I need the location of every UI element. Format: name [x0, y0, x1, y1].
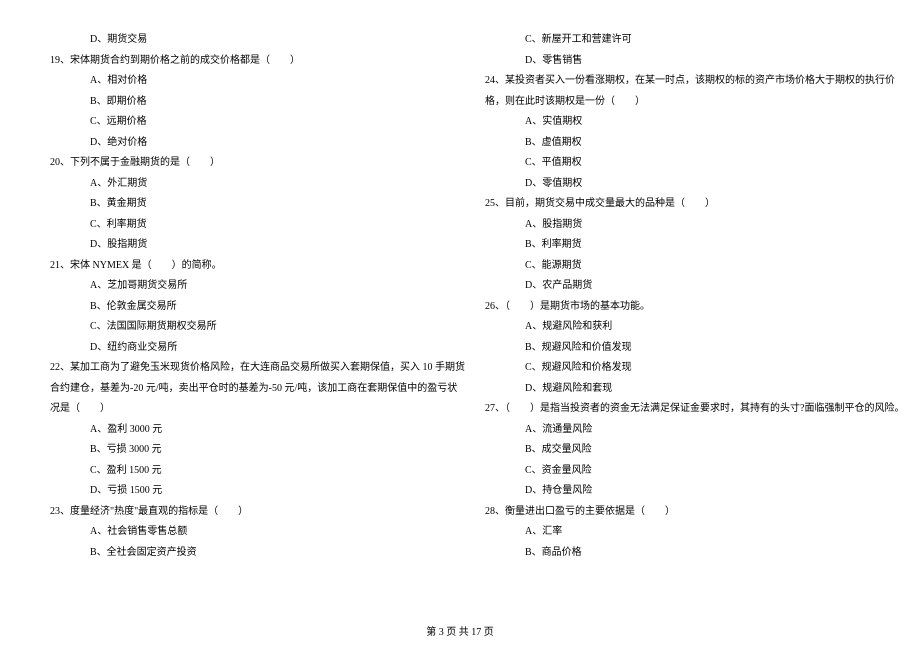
question-23: 23、度量经济"热度"最直观的指标是（ ） [50, 502, 465, 523]
option-text: B、亏损 3000 元 [50, 440, 465, 461]
option-text: D、持仓量风险 [485, 481, 904, 502]
question-28: 28、衡量进出口盈亏的主要依据是（ ） [485, 502, 904, 523]
option-text: B、黄金期货 [50, 194, 465, 215]
option-text: A、汇率 [485, 522, 904, 543]
option-text: B、利率期货 [485, 235, 904, 256]
question-22-line2: 合约建仓，基差为-20 元/吨，卖出平仓时的基差为-50 元/吨，该加工商在套期… [50, 379, 465, 400]
option-text: A、社会销售零售总额 [50, 522, 465, 543]
option-text: D、零售销售 [485, 51, 904, 72]
question-21: 21、宋体 NYMEX 是（ ）的简称。 [50, 256, 465, 277]
question-24-line2: 格，则在此时该期权是一份（ ） [485, 92, 904, 113]
left-column: D、期货交易 19、宋体期货合约到期价格之前的成交价格都是（ ） A、相对价格 … [50, 30, 465, 610]
option-text: B、虚值期权 [485, 133, 904, 154]
question-27: 27、（ ）是指当投资者的资金无法满足保证金要求时，其持有的头寸?面临强制平仓的… [485, 399, 904, 420]
option-text: C、法国国际期货期权交易所 [50, 317, 465, 338]
option-text: B、成交量风险 [485, 440, 904, 461]
option-text: B、规避风险和价值发现 [485, 338, 904, 359]
question-25: 25、目前，期货交易中成交量最大的品种是（ ） [485, 194, 904, 215]
option-text: D、零值期权 [485, 174, 904, 195]
option-text: A、股指期货 [485, 215, 904, 236]
option-text: A、实值期权 [485, 112, 904, 133]
option-text: C、利率期货 [50, 215, 465, 236]
option-text: D、规避风险和套现 [485, 379, 904, 400]
option-text: B、伦敦金属交易所 [50, 297, 465, 318]
option-text: D、纽约商业交易所 [50, 338, 465, 359]
option-text: A、外汇期货 [50, 174, 465, 195]
option-text: C、规避风险和价格发现 [485, 358, 904, 379]
option-text: D、亏损 1500 元 [50, 481, 465, 502]
option-text: A、流通量风险 [485, 420, 904, 441]
option-text: A、规避风险和获利 [485, 317, 904, 338]
question-19: 19、宋体期货合约到期价格之前的成交价格都是（ ） [50, 51, 465, 72]
question-20: 20、下列不属于金融期货的是（ ） [50, 153, 465, 174]
question-22-line1: 22、某加工商为了避免玉米现货价格风险，在大连商品交易所做买入套期保值，买入 1… [50, 358, 465, 379]
option-text: D、股指期货 [50, 235, 465, 256]
option-text: A、相对价格 [50, 71, 465, 92]
option-text: C、新屋开工和营建许可 [485, 30, 904, 51]
option-text: B、全社会固定资产投资 [50, 543, 465, 564]
question-22-line3: 况是（ ） [50, 399, 465, 420]
question-26: 26、（ ）是期货市场的基本功能。 [485, 297, 904, 318]
question-24-line1: 24、某投资者买入一份看涨期权，在某一时点，该期权的标的资产市场价格大于期权的执… [485, 71, 904, 92]
option-text: A、盈利 3000 元 [50, 420, 465, 441]
option-text: C、平值期权 [485, 153, 904, 174]
option-text: C、能源期货 [485, 256, 904, 277]
page-footer: 第 3 页 共 17 页 [0, 623, 920, 638]
two-column-layout: D、期货交易 19、宋体期货合约到期价格之前的成交价格都是（ ） A、相对价格 … [50, 30, 870, 610]
option-text: B、即期价格 [50, 92, 465, 113]
option-text: B、商品价格 [485, 543, 904, 564]
right-column: C、新屋开工和营建许可 D、零售销售 24、某投资者买入一份看涨期权，在某一时点… [485, 30, 904, 610]
option-text: D、农产品期货 [485, 276, 904, 297]
option-text: C、资金量风险 [485, 461, 904, 482]
option-text: C、远期价格 [50, 112, 465, 133]
option-text: D、期货交易 [50, 30, 465, 51]
option-text: D、绝对价格 [50, 133, 465, 154]
option-text: C、盈利 1500 元 [50, 461, 465, 482]
option-text: A、芝加哥期货交易所 [50, 276, 465, 297]
